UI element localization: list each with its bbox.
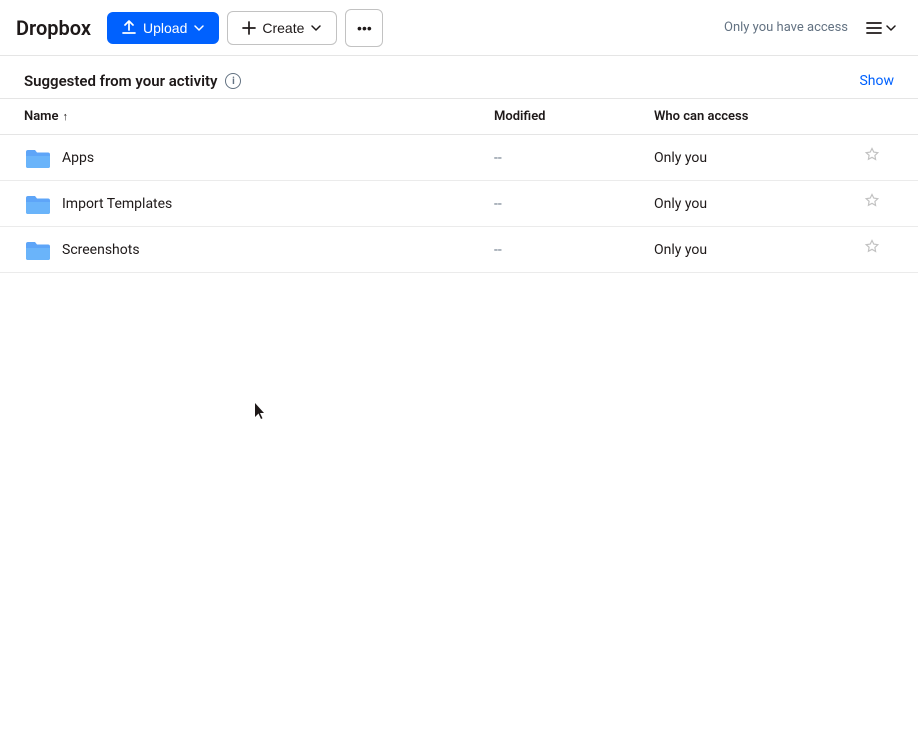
info-icon[interactable]: i xyxy=(225,73,241,89)
file-rows-container: Apps -- Only you Import Templates -- xyxy=(0,135,918,273)
file-name-cell: Apps xyxy=(24,146,494,170)
file-access: Only you xyxy=(654,150,854,166)
cursor-area xyxy=(0,273,918,573)
top-bar-right: Only you have access xyxy=(724,14,902,42)
file-name: Import Templates xyxy=(62,196,172,212)
plus-icon xyxy=(242,21,256,35)
col-header-name[interactable]: Name ↑ xyxy=(24,109,494,124)
suggested-header: Suggested from your activity i Show xyxy=(24,72,894,90)
top-bar: Dropbox Upload Create xyxy=(0,0,918,56)
folder-icon xyxy=(24,238,52,262)
table-row[interactable]: Screenshots -- Only you xyxy=(0,227,918,273)
file-access: Only you xyxy=(654,196,854,212)
file-modified: -- xyxy=(494,150,654,166)
folder-icon xyxy=(24,146,52,170)
upload-chevron-icon xyxy=(193,22,205,34)
star-cell xyxy=(854,237,894,262)
access-label: Only you have access xyxy=(724,20,848,35)
col-header-access: Who can access xyxy=(654,109,854,124)
file-name: Apps xyxy=(62,150,94,166)
toolbar-actions: Upload Create ••• xyxy=(107,9,383,47)
star-cell xyxy=(854,145,894,170)
file-name-cell: Screenshots xyxy=(24,238,494,262)
table-row[interactable]: Import Templates -- Only you xyxy=(0,181,918,227)
menu-chevron-icon xyxy=(884,21,898,35)
col-header-modified: Modified xyxy=(494,109,654,124)
suggested-title-row: Suggested from your activity i xyxy=(24,72,241,90)
hamburger-icon xyxy=(864,18,884,38)
file-list-header: Name ↑ Modified Who can access xyxy=(0,99,918,135)
star-button[interactable] xyxy=(862,145,882,170)
table-row[interactable]: Apps -- Only you xyxy=(0,135,918,181)
suggested-title: Suggested from your activity xyxy=(24,72,217,90)
star-icon xyxy=(864,193,880,209)
app-title: Dropbox xyxy=(16,16,91,40)
show-link[interactable]: Show xyxy=(859,73,894,89)
more-options-button[interactable]: ••• xyxy=(345,9,383,47)
create-chevron-icon xyxy=(310,22,322,34)
star-cell xyxy=(854,191,894,216)
create-button[interactable]: Create xyxy=(227,11,337,45)
cursor-icon xyxy=(255,403,267,421)
star-button[interactable] xyxy=(862,191,882,216)
file-access: Only you xyxy=(654,242,854,258)
sort-arrow: ↑ xyxy=(62,110,68,123)
star-icon xyxy=(864,147,880,163)
hamburger-menu-button[interactable] xyxy=(860,14,902,42)
file-name: Screenshots xyxy=(62,242,140,258)
folder-icon xyxy=(24,192,52,216)
file-name-cell: Import Templates xyxy=(24,192,494,216)
upload-icon xyxy=(121,20,137,36)
star-icon xyxy=(864,239,880,255)
file-modified: -- xyxy=(494,242,654,258)
upload-button[interactable]: Upload xyxy=(107,12,219,44)
top-bar-left: Dropbox Upload Create xyxy=(16,9,383,47)
file-modified: -- xyxy=(494,196,654,212)
suggested-section: Suggested from your activity i Show xyxy=(0,56,918,99)
star-button[interactable] xyxy=(862,237,882,262)
file-list: Name ↑ Modified Who can access Apps -- O… xyxy=(0,99,918,273)
